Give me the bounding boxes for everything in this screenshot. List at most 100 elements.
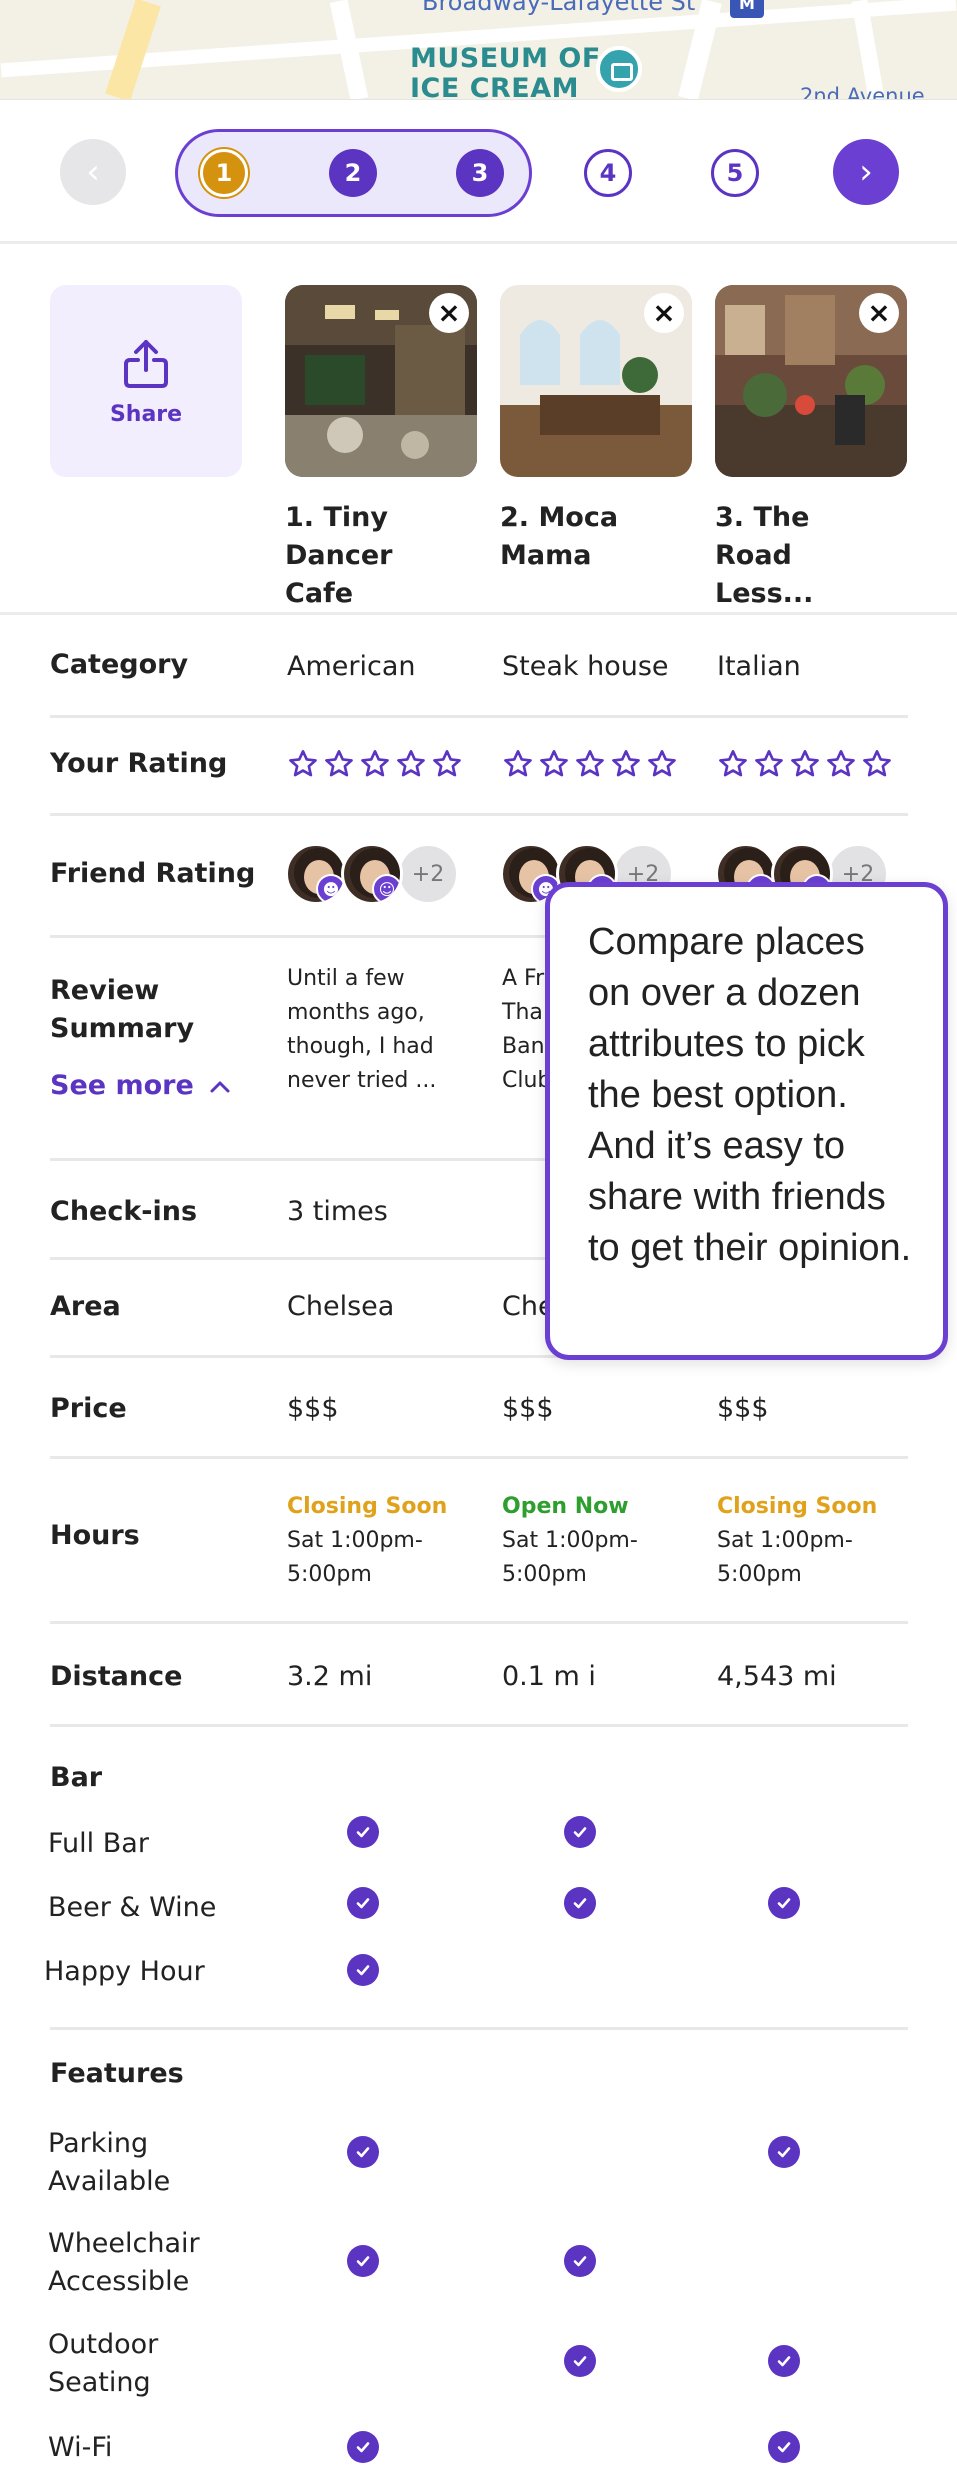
check-icon [347,1954,379,1986]
feature-label: Wi-Fi [48,2429,112,2467]
place-photo[interactable]: × [500,285,692,477]
area-label: Area [50,1291,121,1322]
checkins-value: 3 times [287,1196,388,1227]
feature-label: Happy Hour [44,1956,205,1987]
review-summary-label-line: Summary [50,1013,195,1044]
chevron-right-icon: › [859,152,873,192]
tooltip-callout: Compare places on over a dozen attribute… [545,882,948,1360]
star-icon[interactable] [502,748,534,784]
price-value: $$$ [717,1393,769,1424]
camera-icon[interactable] [596,46,642,92]
map-strip[interactable]: Broadway-Lafayette St M MUSEUM OF ICE CR… [0,0,957,100]
check-icon [768,2431,800,2463]
page-5-button[interactable]: 5 [711,149,759,197]
next-page-button[interactable]: › [833,139,899,205]
star-icon[interactable] [825,748,857,784]
checkins-label: Check-ins [50,1196,198,1227]
check-icon [564,1816,596,1848]
your-rating-stars[interactable] [287,748,463,784]
star-icon[interactable] [646,748,678,784]
feature-label-line: Seating [48,2367,151,2398]
check-icon [564,2245,596,2277]
previous-page-button[interactable]: ‹ [60,139,126,205]
check-icon [347,2136,379,2168]
friend-avatars[interactable]: ☻ ☺ +2 [285,843,459,905]
hours-time: 5:00pm [287,1562,372,1587]
map-poi-line: ICE CREAM [410,73,580,100]
hours-status: Closing Soon [717,1494,878,1519]
friend-rating-label: Friend Rating [50,858,256,889]
feature-label-line: Wheelchair [48,2228,200,2259]
place-name[interactable]: 1. Tiny Dancer Cafe [285,499,455,613]
hours-time: 5:00pm [717,1562,802,1587]
page-4-button[interactable]: 4 [584,149,632,197]
star-icon[interactable] [861,748,893,784]
map-poi-label[interactable]: MUSEUM OF ICE CREAM [410,44,601,100]
page-1-button[interactable]: 1 [200,149,248,197]
star-icon[interactable] [789,748,821,784]
distance-value: 4,543 mi [717,1661,837,1692]
row-divider [50,1456,908,1459]
hours-time: Sat 1:00pm- [717,1528,853,1553]
chevron-left-icon: ‹ [86,152,100,192]
share-label: Share [109,401,183,427]
category-value: Italian [717,651,801,682]
see-more-label: See more [50,1070,194,1101]
check-icon [768,2136,800,2168]
place-card-3[interactable]: × 3. The Road Less... [715,285,907,613]
star-icon[interactable] [574,748,606,784]
page-3-button[interactable]: 3 [456,149,504,197]
review-summary-text[interactable]: Until a few months ago, though, I had ne… [287,962,457,1098]
star-icon[interactable] [431,748,463,784]
star-icon[interactable] [753,748,785,784]
row-divider [50,1621,908,1624]
check-icon [564,2345,596,2377]
your-rating-stars[interactable] [502,748,678,784]
review-line: months ago, [287,1000,425,1025]
star-icon[interactable] [359,748,391,784]
hours-time: Sat 1:00pm- [502,1528,638,1553]
review-summary-label-line: Review [50,975,160,1006]
price-label: Price [50,1393,127,1424]
subway-icon: M [730,0,764,18]
star-icon[interactable] [717,748,749,784]
close-icon[interactable]: × [429,293,469,333]
see-more-button[interactable]: See more [50,1070,231,1101]
distance-value: 0.1 m i [502,1661,596,1692]
check-icon [768,2345,800,2377]
hours-time: Sat 1:00pm- [287,1528,423,1553]
place-name[interactable]: 2. Moca Mama [500,499,710,575]
your-rating-stars[interactable] [717,748,893,784]
star-icon[interactable] [323,748,355,784]
check-icon [347,1887,379,1919]
price-value: $$$ [287,1393,339,1424]
check-icon [347,2245,379,2277]
feature-label: Full Bar [48,1828,149,1859]
hours-time: 5:00pm [502,1562,587,1587]
close-icon[interactable]: × [859,293,899,333]
feature-label-line: Wi-Fi [48,2432,113,2463]
your-rating-label: Your Rating [50,748,228,779]
avatar: ☺ [341,843,403,905]
star-icon[interactable] [287,748,319,784]
hours-status: Closing Soon [287,1494,448,1519]
star-icon[interactable] [395,748,427,784]
place-name[interactable]: 3. The Road Less... [715,499,885,613]
star-icon[interactable] [610,748,642,784]
more-friends-badge[interactable]: +2 [397,843,459,905]
place-card-1[interactable]: × 1. Tiny Dancer Cafe [285,285,477,613]
page-2-button[interactable]: 2 [329,149,377,197]
place-photo[interactable]: × [715,285,907,477]
share-button[interactable]: Share [50,285,242,477]
check-icon [347,2431,379,2463]
hours-value: Closing Soon Sat 1:00pm- 5:00pm [287,1490,447,1592]
star-icon[interactable] [538,748,570,784]
close-icon[interactable]: × [644,293,684,333]
hours-label: Hours [50,1520,140,1551]
map-road [105,0,161,99]
place-photo[interactable]: × [285,285,477,477]
place-card-2[interactable]: × 2. Moca Mama [500,285,692,575]
review-line: Until a few [287,966,405,991]
callout-text: Compare places on over a dozen attribute… [588,921,912,1269]
map-street-label: Broadway-Lafayette St [422,0,696,16]
